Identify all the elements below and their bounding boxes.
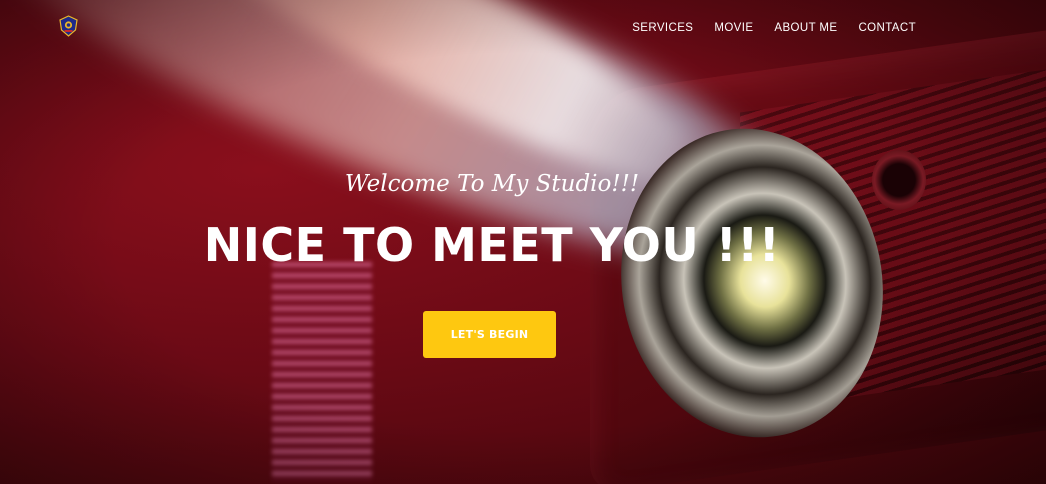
nav-item-services: SERVICES [632, 18, 693, 36]
hero-section: SERVICES MOVIE ABOUT ME CONTACT Welcome … [0, 0, 1046, 484]
nav-link-contact[interactable]: CONTACT [858, 22, 916, 34]
hero-subtitle: Welcome To My Studio!!! [344, 171, 640, 197]
nav-item-contact: CONTACT [858, 18, 916, 36]
nav-menu: SERVICES MOVIE ABOUT ME CONTACT [632, 18, 916, 36]
nav-link-movie[interactable]: MOVIE [714, 22, 753, 34]
background-projector-lens [597, 107, 907, 459]
lets-begin-button[interactable]: LET'S BEGIN [423, 311, 556, 358]
hero-headline: NICE TO MEET YOU !!! [203, 218, 781, 272]
logo-icon[interactable] [58, 15, 79, 37]
nav-item-about-me: ABOUT ME [774, 18, 837, 36]
nav-link-about-me[interactable]: ABOUT ME [774, 22, 837, 34]
nav-link-services[interactable]: SERVICES [632, 22, 693, 34]
top-navbar: SERVICES MOVIE ABOUT ME CONTACT [0, 0, 1046, 50]
nav-item-movie: MOVIE [714, 18, 753, 36]
emblem-shield-icon [59, 15, 78, 37]
background-pink-vents [272, 262, 372, 482]
